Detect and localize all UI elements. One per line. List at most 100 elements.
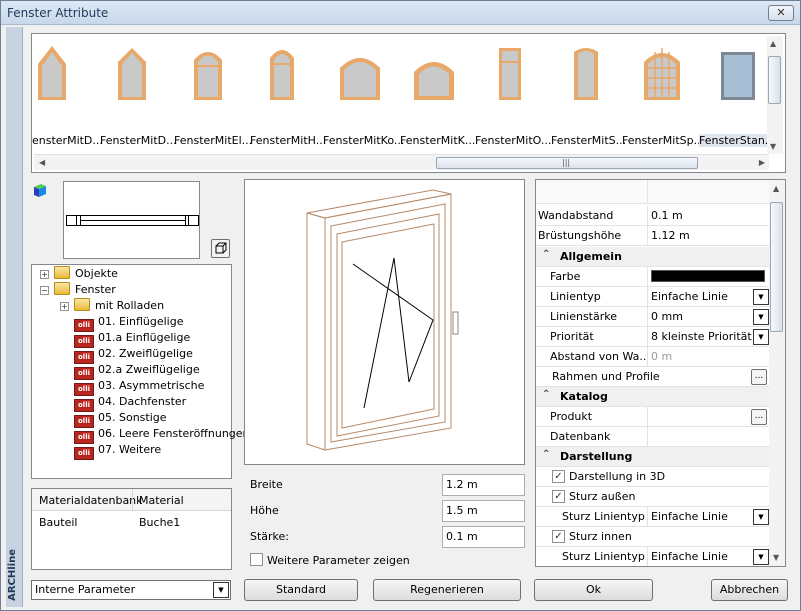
collapse-icon[interactable]: ⌃ (542, 449, 550, 460)
prop-row-sturz-linientyp[interactable]: Sturz Linientyp Einfache Linie ▼ (536, 507, 771, 527)
scroll-down-icon[interactable]: ▼ (770, 142, 776, 151)
prop-row-sturz-linientyp-2[interactable]: Sturz Linientyp Einfache Linie ▼ (536, 547, 771, 566)
tree-leaf[interactable]: olli 01.a Einflügelige (74, 330, 190, 348)
tree-leaf[interactable]: olli 03. Asymmetrische (74, 378, 204, 396)
tree-label: Fenster (75, 283, 116, 296)
gallery-horizontal-scrollbar[interactable]: ◀ ||| ▶ (34, 154, 769, 170)
prop-row-prioritaet[interactable]: Priorität 8 kleinste Priorität ▼ (536, 327, 771, 347)
gallery-item[interactable] (630, 42, 704, 122)
prop-row-rahmen[interactable]: Rahmen und Profile... (536, 367, 771, 387)
dropdown-arrow-icon[interactable]: ▼ (753, 329, 769, 345)
gallery-scroll-thumb[interactable]: ||| (436, 157, 698, 169)
prop-row-farbe[interactable]: Farbe (536, 267, 771, 287)
cancel-button[interactable]: Abbrechen (711, 579, 788, 601)
prop-value[interactable]: 1.12 m (647, 226, 769, 245)
ok-button[interactable]: Ok (534, 579, 653, 601)
checkbox-sturz-aussen[interactable]: ✓ (552, 490, 565, 503)
prop-row-darstellung-3d[interactable]: ✓ Darstellung in 3D (536, 467, 771, 487)
tree-item-objekte[interactable]: Objekte (54, 266, 118, 282)
tree-leaf[interactable]: olli 04. Dachfenster (74, 394, 186, 412)
gallery-item[interactable] (480, 42, 554, 122)
dropdown-arrow-icon[interactable]: ▼ (753, 509, 769, 525)
tree-leaf[interactable]: olli 02. Zweiflügelige (74, 346, 193, 364)
staerke-input[interactable]: 0.1 m (442, 526, 525, 548)
ellipsis-button[interactable]: ... (751, 409, 767, 425)
property-grid-scroll-thumb[interactable] (770, 202, 783, 332)
tree-item-fenster[interactable]: Fenster (54, 282, 116, 298)
prop-row-linientyp[interactable]: Linientyp Einfache Linie ▼ (536, 287, 771, 307)
scroll-right-icon[interactable]: ▶ (759, 158, 765, 167)
color-swatch[interactable] (651, 270, 765, 282)
prop-value[interactable]: 0.1 m (647, 206, 769, 225)
gallery-vertical-scrollbar[interactable]: ▲ ▼ (767, 36, 783, 154)
catalog-tree[interactable]: + Objekte − Fenster + mit Rolladen olli 0… (31, 264, 250, 479)
prop-row-abstand[interactable]: Abstand von Wa... 0 m (536, 347, 771, 367)
regenerate-button[interactable]: Regenerieren (373, 579, 521, 601)
dropdown-arrow-icon[interactable]: ▼ (753, 309, 769, 325)
checkbox-sturz-innen[interactable]: ✓ (552, 530, 565, 543)
standard-button[interactable]: Standard (244, 579, 358, 601)
gallery-label: FensterMitK... (400, 134, 476, 147)
hoehe-input[interactable]: 1.5 m (442, 500, 525, 522)
window-type-gallery[interactable]: ensterMitD... FensterMitD... FensterMitE… (31, 33, 786, 173)
material-table[interactable]: Materialdatenbank Material Bauteil Buche… (31, 488, 232, 570)
scroll-down-icon[interactable]: ▼ (773, 553, 779, 562)
collapse-icon[interactable]: ⌃ (542, 249, 550, 260)
prop-value[interactable] (647, 427, 769, 446)
gallery-item[interactable] (178, 42, 252, 122)
category-darstellung[interactable]: ⌃ Darstellung (536, 447, 771, 467)
tree-leaf[interactable]: olli 07. Weitere (74, 442, 161, 460)
scroll-up-icon[interactable]: ▲ (773, 184, 779, 193)
prop-value[interactable]: Einfache Linie (647, 547, 769, 566)
gallery-item[interactable] (22, 42, 96, 122)
expand-icon[interactable]: + (60, 302, 69, 311)
category-allgemein[interactable]: ⌃ Allgemein (536, 247, 771, 267)
ellipsis-button[interactable]: ... (751, 369, 767, 385)
more-params-checkbox[interactable] (250, 553, 263, 566)
collapse-icon[interactable]: ⌃ (542, 389, 550, 400)
tree-leaf[interactable]: olli 02.a Zweiflügelige (74, 362, 200, 380)
prop-row-bruestung[interactable]: Brüstungshöhe 1.12 m (536, 226, 771, 246)
prop-value[interactable]: 8 kleinste Priorität (647, 327, 769, 346)
collapse-icon[interactable]: − (40, 286, 49, 295)
dropdown-arrow-icon[interactable]: ▼ (213, 582, 229, 598)
breite-input[interactable]: 1.2 m (442, 474, 525, 496)
gallery-item[interactable] (556, 42, 630, 122)
gallery-vscroll-thumb[interactable] (768, 56, 781, 104)
tree-label: 02. Zweiflügelige (98, 347, 193, 360)
scroll-left-icon[interactable]: ◀ (39, 158, 45, 167)
prop-row-linienstaerke[interactable]: Linienstärke 0 mm ▼ (536, 307, 771, 327)
prop-value[interactable] (647, 267, 769, 286)
view-toggle-button[interactable] (211, 239, 230, 258)
table-row[interactable]: Bauteil Buche1 (32, 513, 231, 531)
prop-row-sturz-innen[interactable]: ✓ Sturz innen (536, 527, 771, 547)
prop-value[interactable]: Einfache Linie (647, 507, 769, 526)
prop-value[interactable]: Einfache Linie (647, 287, 769, 306)
prop-value[interactable]: 0 mm (647, 307, 769, 326)
3d-view-icon[interactable] (32, 182, 48, 198)
dropdown-arrow-icon[interactable]: ▼ (753, 289, 769, 305)
column-header[interactable]: Materialdatenbank (39, 494, 143, 507)
tree-leaf[interactable]: olli 06. Leere Fensteröffnungen (74, 426, 250, 444)
prop-row-sturz-aussen[interactable]: ✓ Sturz außen (536, 487, 771, 507)
tree-leaf[interactable]: olli 05. Sonstige (74, 410, 167, 428)
gallery-item[interactable] (252, 42, 326, 122)
gallery-item[interactable] (328, 42, 402, 122)
checkbox-3d[interactable]: ✓ (552, 470, 565, 483)
column-header[interactable]: Material (139, 494, 184, 507)
property-grid-scrollbar[interactable]: ▲ ▼ (769, 180, 785, 566)
expand-icon[interactable]: + (40, 270, 49, 279)
gallery-item[interactable] (102, 42, 176, 122)
prop-row-wandabstand[interactable]: Wandabstand 0.1 m (536, 206, 771, 226)
prop-row-produkt[interactable]: Produkt... (536, 407, 771, 427)
tree-item-mit-rolladen[interactable]: mit Rolladen (74, 298, 164, 314)
parameter-source-select[interactable]: Interne Parameter ▼ (31, 580, 231, 600)
close-button[interactable]: ✕ (768, 5, 794, 21)
tree-leaf[interactable]: olli 01. Einflügelige (74, 314, 183, 332)
property-grid[interactable]: Wandabstand 0.1 m Brüstungshöhe 1.12 m ⌃ Al… (535, 179, 786, 567)
prop-row-datenbank[interactable]: Datenbank (536, 427, 771, 447)
dropdown-arrow-icon[interactable]: ▼ (753, 549, 769, 565)
scroll-up-icon[interactable]: ▲ (770, 39, 776, 48)
gallery-item[interactable] (402, 42, 476, 122)
category-katalog[interactable]: ⌃ Katalog (536, 387, 771, 407)
